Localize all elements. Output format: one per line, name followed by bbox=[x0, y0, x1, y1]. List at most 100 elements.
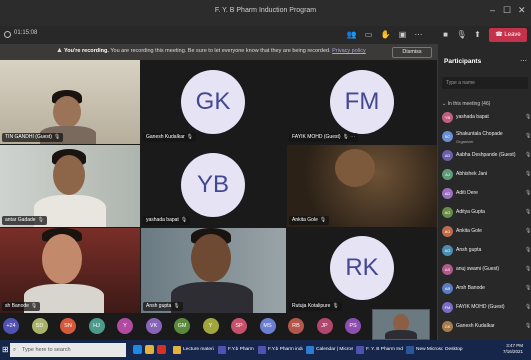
person-face bbox=[53, 96, 81, 128]
participant-avatar[interactable]: MS bbox=[259, 318, 276, 334]
participant-avatar[interactable]: SP bbox=[231, 318, 247, 334]
chrome-icon[interactable] bbox=[157, 345, 166, 354]
self-video-preview[interactable] bbox=[372, 309, 430, 340]
meeting-timer: 01:15:08 bbox=[14, 30, 38, 36]
taskbar-app[interactable]: F.Y.b Pharm induct... bbox=[257, 343, 303, 357]
video-tile[interactable]: antar Gadade 🎙 bbox=[0, 145, 140, 227]
participant-avatar[interactable]: JP bbox=[316, 318, 333, 334]
initials-avatar: FM bbox=[330, 70, 394, 134]
edge-icon[interactable] bbox=[133, 345, 142, 354]
taskbar-app-label: Lecture material bbox=[183, 347, 214, 352]
mic-icon: 🎙 bbox=[53, 134, 61, 140]
mic-muted-icon: 🎙 bbox=[525, 114, 531, 120]
system-clock[interactable]: 3:47 PM 7/16/2021 bbox=[503, 343, 523, 355]
participant-item[interactable]: GK Ganesh Kudalkar 🎙 bbox=[442, 320, 531, 334]
participant-name: yashada bapat bbox=[456, 114, 489, 120]
camera-icon[interactable]: ■ bbox=[440, 29, 451, 40]
taskbar-app[interactable]: F.Y.b Pharm induct... bbox=[217, 343, 255, 357]
privacy-policy-link[interactable]: Privacy policy bbox=[332, 48, 366, 54]
participant-avatar[interactable]: RB bbox=[288, 318, 304, 334]
minimize-icon[interactable]: – bbox=[490, 5, 495, 15]
video-tile[interactable]: YB yashada bapat 🎙 bbox=[141, 145, 286, 227]
taskbar-app-label: New Microsoft Wor... bbox=[416, 347, 443, 352]
participant-item[interactable]: YB yashada bapat 🎙 bbox=[442, 111, 531, 125]
raise-hand-icon[interactable]: ✋ bbox=[380, 29, 391, 40]
video-tile[interactable]: sh Banode 🎙 bbox=[0, 228, 140, 313]
video-tile[interactable]: TIN GANDHI (Guest) 🎙 bbox=[0, 60, 140, 144]
mic-muted-icon: 🎙 bbox=[525, 228, 531, 234]
window-titlebar: F. Y. B Pharm Induction Program – ☐ ✕ bbox=[0, 0, 531, 26]
windows-taskbar: ⊞ ⌕ Type here to search Lecture material… bbox=[0, 340, 531, 360]
maximize-icon[interactable]: ☐ bbox=[503, 5, 511, 16]
participant-search-input[interactable]: Type a name bbox=[442, 77, 528, 89]
panel-options-icon[interactable]: ⋯ bbox=[520, 57, 527, 65]
participant-item[interactable]: AS anuj swami (Guest) 🎙 bbox=[442, 263, 531, 277]
video-tile[interactable]: Ansh gupta 🎙 bbox=[141, 228, 286, 313]
participant-avatar[interactable]: PS bbox=[345, 318, 361, 334]
mic-icon: 🎙 bbox=[332, 303, 339, 309]
mic-muted-icon: 🎙 bbox=[525, 247, 531, 253]
mic-muted-icon: 🎙 bbox=[525, 171, 531, 177]
avatar: AG bbox=[442, 226, 453, 237]
participant-avatar[interactable]: GM bbox=[174, 318, 190, 334]
taskbar-app[interactable]: New Microsoft Wor... bbox=[405, 343, 443, 357]
avatar: AD bbox=[442, 188, 453, 199]
taskbar-app[interactable]: Lecture material bbox=[172, 343, 214, 357]
mic-muted-icon: 🎙 bbox=[525, 133, 531, 139]
participant-avatar[interactable]: Y bbox=[202, 318, 219, 334]
recording-message-bold: You're recording. bbox=[64, 48, 109, 54]
video-tile[interactable]: Ankita Gole 🎙 bbox=[287, 145, 437, 227]
participant-name: Arsh Banode bbox=[456, 285, 485, 291]
participant-name: Abhishek Jani bbox=[456, 171, 488, 177]
more-actions-icon[interactable]: ⋯ bbox=[413, 29, 424, 40]
windows-start-icon[interactable]: ⊞ bbox=[2, 345, 9, 354]
participant-name: Aditya Gupta bbox=[456, 209, 485, 215]
more-participants-badge[interactable]: +24 bbox=[3, 318, 19, 334]
participant-item[interactable]: AD Aabha Deshpande (Guest) 🎙 bbox=[442, 149, 531, 163]
tile-label: FAYIK MOHD (Guest) 🎙 ⋯ bbox=[289, 133, 359, 142]
participant-item[interactable]: SC Shakuntala Chopade Organizer 🎙 bbox=[442, 130, 531, 144]
leave-button[interactable]: ☎ Leave bbox=[489, 28, 527, 42]
person-face bbox=[335, 149, 375, 187]
mic-icon: 🎙 bbox=[173, 303, 180, 309]
avatar: AJ bbox=[442, 169, 453, 180]
video-stage: TIN GANDHI (Guest) 🎙 GK Ganesh Kudalkar 🎙 … bbox=[0, 60, 437, 313]
video-tile[interactable]: FM FAYIK MOHD (Guest) 🎙 ⋯ bbox=[287, 60, 437, 144]
participant-item[interactable]: AG Ansh gupta 🎙 bbox=[442, 244, 531, 258]
microphone-icon[interactable]: 🎙 bbox=[456, 29, 467, 40]
window-title: F. Y. B Pharm Induction Program bbox=[214, 7, 317, 14]
participant-item[interactable]: AG Ankita Gole 🎙 bbox=[442, 225, 531, 239]
avatar: SC bbox=[442, 131, 453, 142]
mic-icon: 🎙 bbox=[319, 217, 327, 223]
video-tile[interactable]: GK Ganesh Kudalkar 🎙 bbox=[141, 60, 286, 144]
tile-label: Ganesh Kudalkar 🎙 bbox=[143, 133, 196, 142]
breakout-rooms-icon[interactable]: ▣ bbox=[397, 29, 408, 40]
in-meeting-section[interactable]: ⌄ In this meeting (46) bbox=[442, 101, 490, 107]
taskbar-app[interactable]: F. Y. B Pharm Induction Prog... bbox=[355, 343, 403, 357]
participant-avatar[interactable]: HJ bbox=[88, 318, 105, 334]
taskbar-app[interactable]: Calendar | Microsof... bbox=[305, 343, 353, 357]
participant-item[interactable]: AG Aditya Gupta 🎙 bbox=[442, 206, 531, 220]
participant-avatar[interactable]: VK bbox=[145, 318, 162, 334]
participant-item[interactable]: AB Arsh Banode 🎙 bbox=[442, 282, 531, 296]
video-tile[interactable]: RK Rutuja Kotalipure 🎙 bbox=[287, 228, 437, 313]
close-icon[interactable]: ✕ bbox=[518, 5, 526, 16]
participant-item[interactable]: AJ Abhishek Jani 🎙 bbox=[442, 168, 531, 182]
file-explorer-icon[interactable] bbox=[145, 345, 154, 354]
chat-icon[interactable]: ▭ bbox=[363, 29, 374, 40]
app-icon bbox=[258, 346, 266, 354]
participant-avatar[interactable]: Y bbox=[117, 318, 133, 334]
participant-item[interactable]: AD Aditi Dere 🎙 bbox=[442, 187, 531, 201]
dismiss-button[interactable]: Dismiss bbox=[392, 47, 432, 58]
mic-icon: 🎙 bbox=[30, 303, 38, 309]
participants-icon[interactable]: 👥 bbox=[346, 29, 357, 40]
desktop-toolbar-label[interactable]: Desktop bbox=[445, 347, 463, 352]
avatar: FM bbox=[442, 302, 453, 313]
participant-item[interactable]: FM FAYIK MOHD (Guest) 🎙 bbox=[442, 301, 531, 315]
taskbar-search-input[interactable]: ⌕ Type here to search bbox=[10, 343, 126, 357]
avatar: YB bbox=[442, 112, 453, 123]
share-screen-icon[interactable]: ⬆ bbox=[472, 29, 483, 40]
participant-name: Ansh gupta bbox=[456, 247, 482, 253]
participant-avatar[interactable]: SD bbox=[31, 318, 48, 334]
participant-avatar[interactable]: SN bbox=[60, 318, 76, 334]
